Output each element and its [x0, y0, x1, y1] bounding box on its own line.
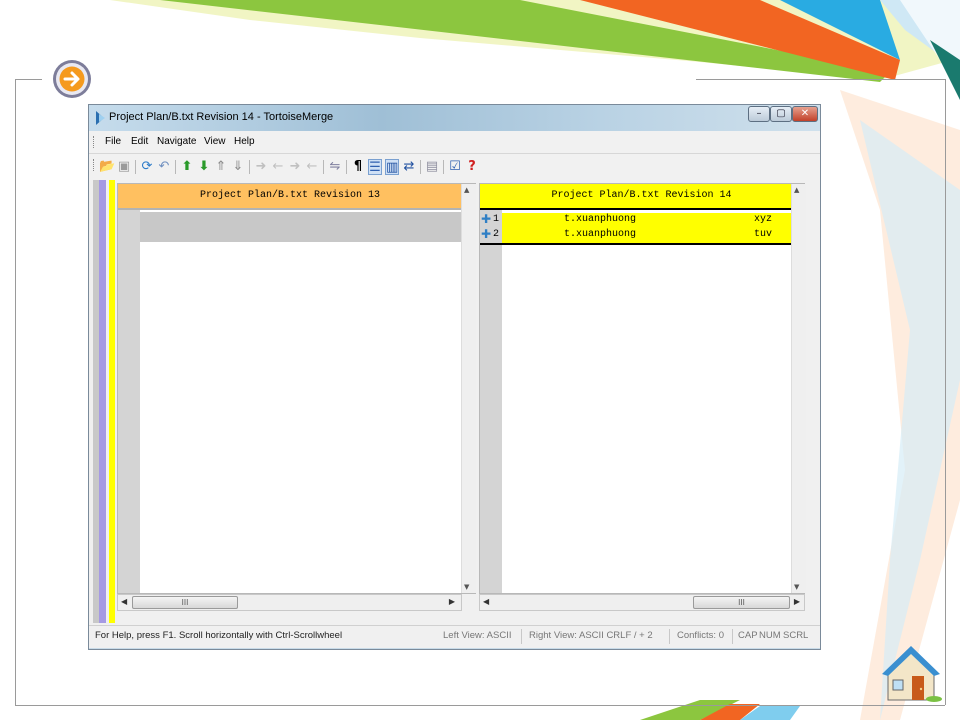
frame-line [15, 79, 42, 80]
scroll-left-icon[interactable]: ◀ [483, 597, 489, 606]
prev-conflict-icon[interactable]: ⇓ [231, 159, 245, 175]
minimize-button[interactable]: – [748, 106, 770, 122]
use-right-block-icon[interactable]: ← [271, 159, 285, 175]
toolbar: 📂 ▣ ⟳ ↶ ⬆ ⬇ ⇑ ⇓ ➜ ← ➜ ← ⇋ ¶ ☰ ▥ ⇄ ▤ ☑ ? [89, 154, 820, 180]
right-horizontal-scrollbar[interactable]: ◀ III ▶ [479, 594, 805, 611]
frame-line [15, 79, 16, 705]
frame-line [945, 79, 946, 705]
line-added-icon: ✚ [481, 227, 492, 241]
menu-grip [93, 136, 96, 148]
line-content: t.xuanphuong tuv [502, 228, 803, 243]
menu-file[interactable]: File [105, 136, 121, 147]
next-diff-icon[interactable]: ⬆ [180, 159, 194, 175]
open-icon[interactable]: 📂 [99, 159, 115, 175]
toolbar-separator [175, 160, 176, 174]
menu-navigate[interactable]: Navigate [157, 136, 196, 147]
line-number-gutter [118, 210, 140, 593]
scroll-up-icon[interactable]: ▲ [464, 186, 469, 194]
status-right-view: Right View: ASCII CRLF / + 2 [529, 630, 653, 641]
scroll-down-icon[interactable]: ▼ [464, 583, 469, 591]
scrollbar-thumb[interactable]: III [132, 596, 238, 609]
status-help-text: For Help, press F1. Scroll horizontally … [95, 630, 343, 641]
line-author: t.xuanphuong [564, 214, 637, 225]
two-pane-view-icon[interactable]: ▥ [385, 159, 399, 175]
toolbar-grip [93, 159, 96, 171]
removed-lines-placeholder [140, 212, 462, 242]
window-title: Project Plan/B.txt Revision 14 - Tortois… [109, 111, 334, 123]
scroll-right-icon[interactable]: ▶ [794, 597, 800, 606]
scroll-right-icon[interactable]: ▶ [449, 597, 455, 606]
status-bar: For Help, press F1. Scroll horizontally … [89, 625, 820, 648]
status-separator [669, 629, 670, 644]
line-number: 1 [493, 214, 500, 225]
toolbar-separator [443, 160, 444, 174]
status-separator [521, 629, 522, 644]
line-number-gutter [480, 210, 502, 593]
maximize-button[interactable]: ▢ [770, 106, 792, 122]
status-left-view: Left View: ASCII [443, 630, 512, 641]
diff-line-added[interactable]: ✚ 2 t.xuanphuong tuv [480, 227, 803, 245]
reload-icon[interactable]: ⟳ [140, 159, 154, 175]
prev-diff-icon[interactable]: ⬇ [197, 159, 211, 175]
line-text: xyz [754, 214, 773, 225]
use-left-then-right-icon[interactable]: ➜ [288, 159, 302, 175]
status-scrl: SCRL [783, 630, 809, 641]
frame-line [696, 79, 945, 80]
home-icon[interactable] [878, 640, 944, 704]
scrollbar-thumb[interactable]: III [693, 596, 790, 609]
toolbar-separator [323, 160, 324, 174]
close-button[interactable]: ✕ [792, 106, 818, 122]
status-cap: CAP [738, 630, 758, 641]
toolbar-separator [135, 160, 136, 174]
line-content: t.xuanphuong xyz [502, 213, 803, 228]
line-gutter: ✚ 2 [480, 227, 502, 243]
tortoisemerge-window: Project Plan/B.txt Revision 14 - Tortois… [88, 104, 821, 650]
scroll-up-icon[interactable]: ▲ [794, 186, 799, 194]
toolbar-separator [420, 160, 421, 174]
arrow-right-icon[interactable] [52, 59, 92, 99]
switch-views-icon[interactable]: ⇄ [402, 159, 416, 175]
locator-bar-icon[interactable]: ▤ [425, 159, 439, 175]
toolbar-separator [346, 160, 347, 174]
line-number: 2 [493, 229, 500, 240]
line-gutter: ✚ 1 [480, 212, 502, 228]
locator-bar-change [109, 180, 115, 623]
left-pane[interactable]: Project Plan/B.txt Revision 13 ▲ ▼ [117, 183, 476, 594]
status-separator [732, 629, 733, 644]
diff-line-added[interactable]: ✚ 1 t.xuanphuong xyz [480, 212, 803, 228]
left-pane-header: Project Plan/B.txt Revision 13 [118, 184, 462, 210]
use-right-then-left-icon[interactable]: ← [305, 159, 319, 175]
scroll-down-icon[interactable]: ▼ [794, 583, 799, 591]
status-num: NUM [759, 630, 781, 641]
title-bar[interactable]: Project Plan/B.txt Revision 14 - Tortois… [89, 105, 820, 131]
mark-resolved-icon[interactable]: ☑ [448, 159, 462, 175]
menu-bar: File Edit Navigate View Help [89, 131, 820, 154]
next-conflict-icon[interactable]: ⇑ [214, 159, 228, 175]
line-text: tuv [754, 229, 773, 240]
frame-line [15, 705, 945, 706]
one-pane-view-icon[interactable]: ☰ [368, 159, 382, 175]
left-vertical-scrollbar[interactable]: ▲ ▼ [461, 184, 476, 593]
menu-view[interactable]: View [204, 136, 226, 147]
locator-bar-marker [99, 180, 106, 623]
left-horizontal-scrollbar[interactable]: ◀ III ▶ [117, 594, 462, 611]
menu-help[interactable]: Help [234, 136, 255, 147]
undo-icon[interactable]: ↶ [157, 159, 171, 175]
diff-area: Project Plan/B.txt Revision 13 ▲ ▼ Proje… [89, 180, 820, 627]
menu-edit[interactable]: Edit [131, 136, 148, 147]
help-icon[interactable]: ? [465, 159, 479, 175]
scroll-left-icon[interactable]: ◀ [121, 597, 127, 606]
status-conflicts: Conflicts: 0 [677, 630, 724, 641]
right-pane[interactable]: Project Plan/B.txt Revision 14 ✚ 1 t.xua… [479, 183, 806, 594]
right-pane-header: Project Plan/B.txt Revision 14 [480, 184, 803, 210]
toolbar-separator [249, 160, 250, 174]
right-vertical-scrollbar[interactable]: ▲ ▼ [791, 184, 806, 593]
tortoise-app-icon [96, 111, 105, 125]
line-added-icon: ✚ [481, 212, 492, 226]
use-both-icon[interactable]: ⇋ [328, 159, 342, 175]
line-author: t.xuanphuong [564, 229, 637, 240]
whitespace-icon[interactable]: ¶ [351, 159, 365, 175]
save-icon[interactable]: ▣ [117, 159, 131, 175]
use-left-block-icon[interactable]: ➜ [254, 159, 268, 175]
